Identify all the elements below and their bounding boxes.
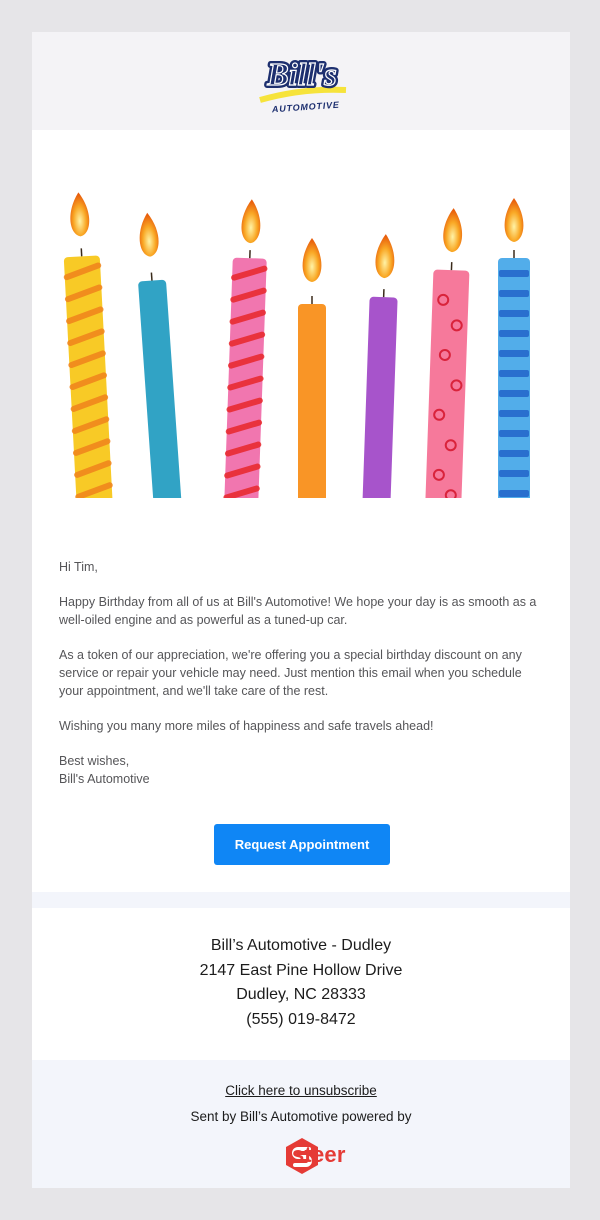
business-name: Bill’s Automotive - Dudley [210, 937, 392, 954]
paragraph-line: well-oiled engine and as powerful as a t… [59, 613, 348, 627]
flame-icon [70, 192, 90, 237]
paragraph-line: Happy Birthday from all of us at Bill's … [59, 595, 537, 609]
bills-automotive-logo: Bill's Bill's AUTOMOTIVE [259, 53, 347, 114]
paragraph-line: your appointment, and we'll take care of… [59, 684, 329, 698]
logo-subtext: AUTOMOTIVE [271, 100, 341, 114]
candle [138, 212, 182, 498]
greeting: Hi Tim, [59, 560, 98, 574]
unsubscribe-link[interactable]: Click here to unsubscribe [32, 1083, 570, 1098]
closing-text: Best wishes, [59, 754, 130, 768]
paragraph-line: As a token of our appreciation, we're of… [59, 648, 522, 662]
paragraph-discount: As a token of our appreciation, we're of… [59, 646, 549, 700]
email-body: Hi Tim, Happy Birthday from all of us at… [59, 558, 549, 788]
candle [362, 234, 398, 498]
candle [63, 192, 113, 498]
flame-icon [443, 208, 462, 253]
email-card: Bill's Bill's AUTOMOTIVE Hi Tim, Happy B… [32, 32, 570, 1188]
birthday-candles-illustration [63, 192, 530, 498]
request-appointment-button[interactable]: Request Appointment [214, 824, 390, 865]
flame-icon [241, 199, 261, 244]
paragraph-birthday: Happy Birthday from all of us at Bill's … [59, 593, 549, 629]
phone-number: (555) 019-8472 [246, 1010, 356, 1028]
street-address: 2147 East Pine Hollow Drive [199, 961, 403, 979]
city-state-zip: Dudley, NC 28333 [236, 986, 366, 1003]
business-address: Bill’s Automotive - Dudley 2147 East Pin… [32, 934, 570, 1032]
steer-wordmark: steer [292, 1142, 346, 1167]
flame-icon [375, 234, 395, 279]
signoff: Best wishes, Bill's Automotive [59, 752, 549, 788]
sent-by-text: Sent by Bill’s Automotive powered by [190, 1109, 412, 1124]
flame-icon [139, 212, 159, 257]
paragraph-line: service or repair your vehicle may need.… [59, 666, 522, 680]
signature-text: Bill's Automotive [59, 772, 150, 786]
candle [425, 208, 470, 498]
paragraph-wishes: Wishing you many more miles of happiness… [59, 719, 434, 733]
steer-logo[interactable]: steer [250, 1136, 354, 1176]
section-divider [32, 892, 570, 908]
candle [298, 238, 326, 498]
email-header: Bill's Bill's AUTOMOTIVE [32, 32, 570, 130]
email-footer: Click here to unsubscribe Sent by Bill’s… [32, 1060, 570, 1188]
logo-wordmark: Bill's [266, 56, 336, 92]
candle [498, 198, 530, 498]
flame-icon [504, 198, 524, 242]
candle [223, 199, 268, 498]
flame-icon [302, 238, 322, 282]
